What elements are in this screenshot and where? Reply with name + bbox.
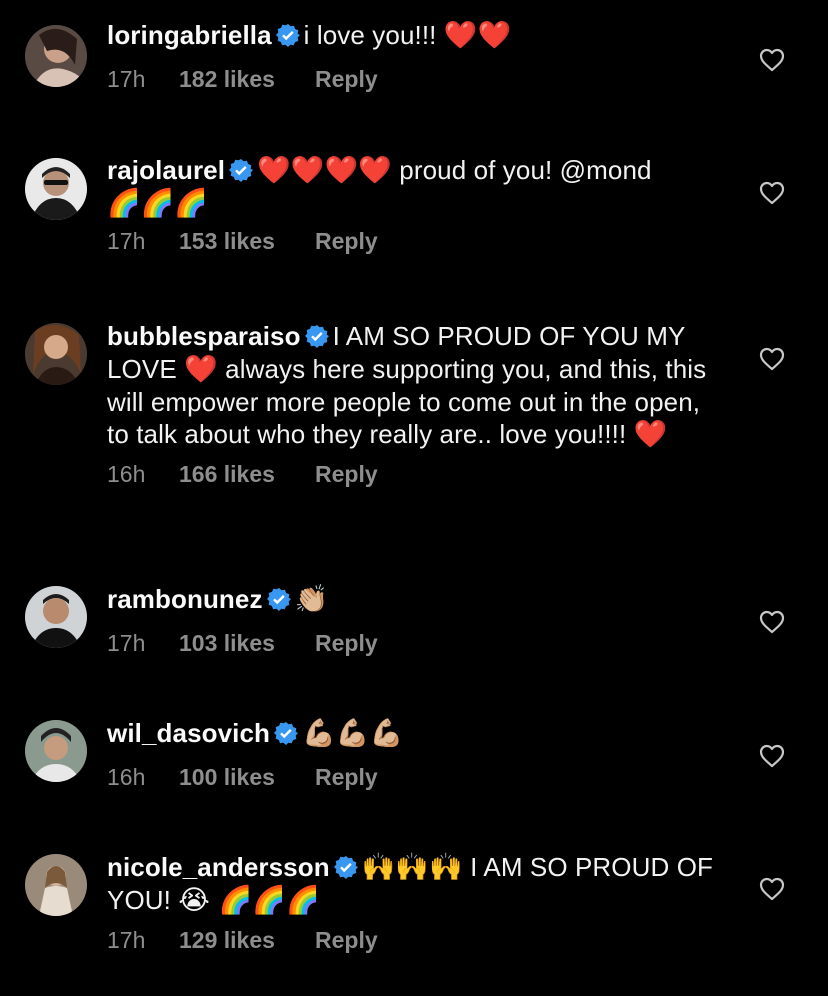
reply-button[interactable]: Reply (315, 630, 378, 657)
timestamp: 17h (107, 927, 146, 953)
comment-text: i love you!!! (303, 20, 444, 50)
avatar[interactable] (25, 854, 87, 916)
username[interactable]: rambonunez (107, 584, 263, 614)
reply-button[interactable]: Reply (315, 461, 378, 488)
heart-outline-icon[interactable] (759, 877, 785, 901)
heart-emoji: ❤️ (184, 353, 218, 385)
username[interactable]: nicole_andersson (107, 852, 330, 882)
reply-button[interactable]: Reply (315, 927, 378, 954)
likes-count[interactable]: 166 likes (179, 461, 315, 488)
heart-emoji: ❤️ (633, 419, 668, 450)
verified-badge-icon (275, 23, 300, 47)
reply-button[interactable]: Reply (315, 764, 378, 791)
verified-badge-icon (266, 587, 291, 611)
likes-count[interactable]: 100 likes (179, 764, 315, 791)
likes-count[interactable]: 153 likes (179, 228, 315, 255)
heart-outline-icon[interactable] (759, 744, 785, 768)
heart-outline-icon[interactable] (759, 181, 785, 205)
clapping-hands-emoji: 👏🏼 (294, 584, 329, 615)
timestamp: 17h (107, 66, 146, 92)
timestamp: 16h (107, 764, 146, 790)
heart-outline-icon[interactable] (759, 48, 785, 72)
avatar[interactable] (25, 586, 87, 648)
heart-emoji: ❤️❤️❤️❤️ (257, 155, 392, 186)
heart-outline-icon[interactable] (759, 610, 785, 634)
avatar[interactable] (25, 158, 87, 220)
username[interactable]: bubblesparaiso (107, 321, 301, 351)
avatar[interactable] (25, 25, 87, 87)
username[interactable]: rajolaurel (107, 155, 225, 185)
crying-and-rainbow-emoji: 😭 🌈🌈🌈 (178, 885, 320, 916)
reply-button[interactable]: Reply (315, 66, 378, 93)
rainbow-emoji: 🌈🌈🌈 (107, 188, 209, 219)
heart-emoji: ❤️❤️ (443, 20, 512, 51)
username[interactable]: wil_dasovich (107, 718, 270, 748)
username[interactable]: loringabriella (107, 20, 272, 50)
verified-badge-icon (274, 721, 299, 745)
timestamp: 17h (107, 228, 146, 254)
likes-count[interactable]: 103 likes (179, 630, 315, 657)
comment-text: proud of you! @mond (391, 155, 652, 185)
reply-button[interactable]: Reply (315, 228, 378, 255)
verified-badge-icon (304, 324, 329, 348)
verified-badge-icon (333, 855, 358, 879)
timestamp: 16h (107, 461, 146, 487)
avatar[interactable] (25, 323, 87, 385)
heart-outline-icon[interactable] (759, 347, 785, 371)
likes-count[interactable]: 129 likes (179, 927, 315, 954)
likes-count[interactable]: 182 likes (179, 66, 315, 93)
timestamp: 17h (107, 630, 146, 656)
avatar[interactable] (25, 720, 87, 782)
verified-badge-icon (229, 158, 254, 182)
raising-hands-emoji: 🙌🙌🙌 (361, 852, 463, 883)
flexed-biceps-emoji: 💪🏼💪🏼💪🏼 (302, 718, 404, 749)
